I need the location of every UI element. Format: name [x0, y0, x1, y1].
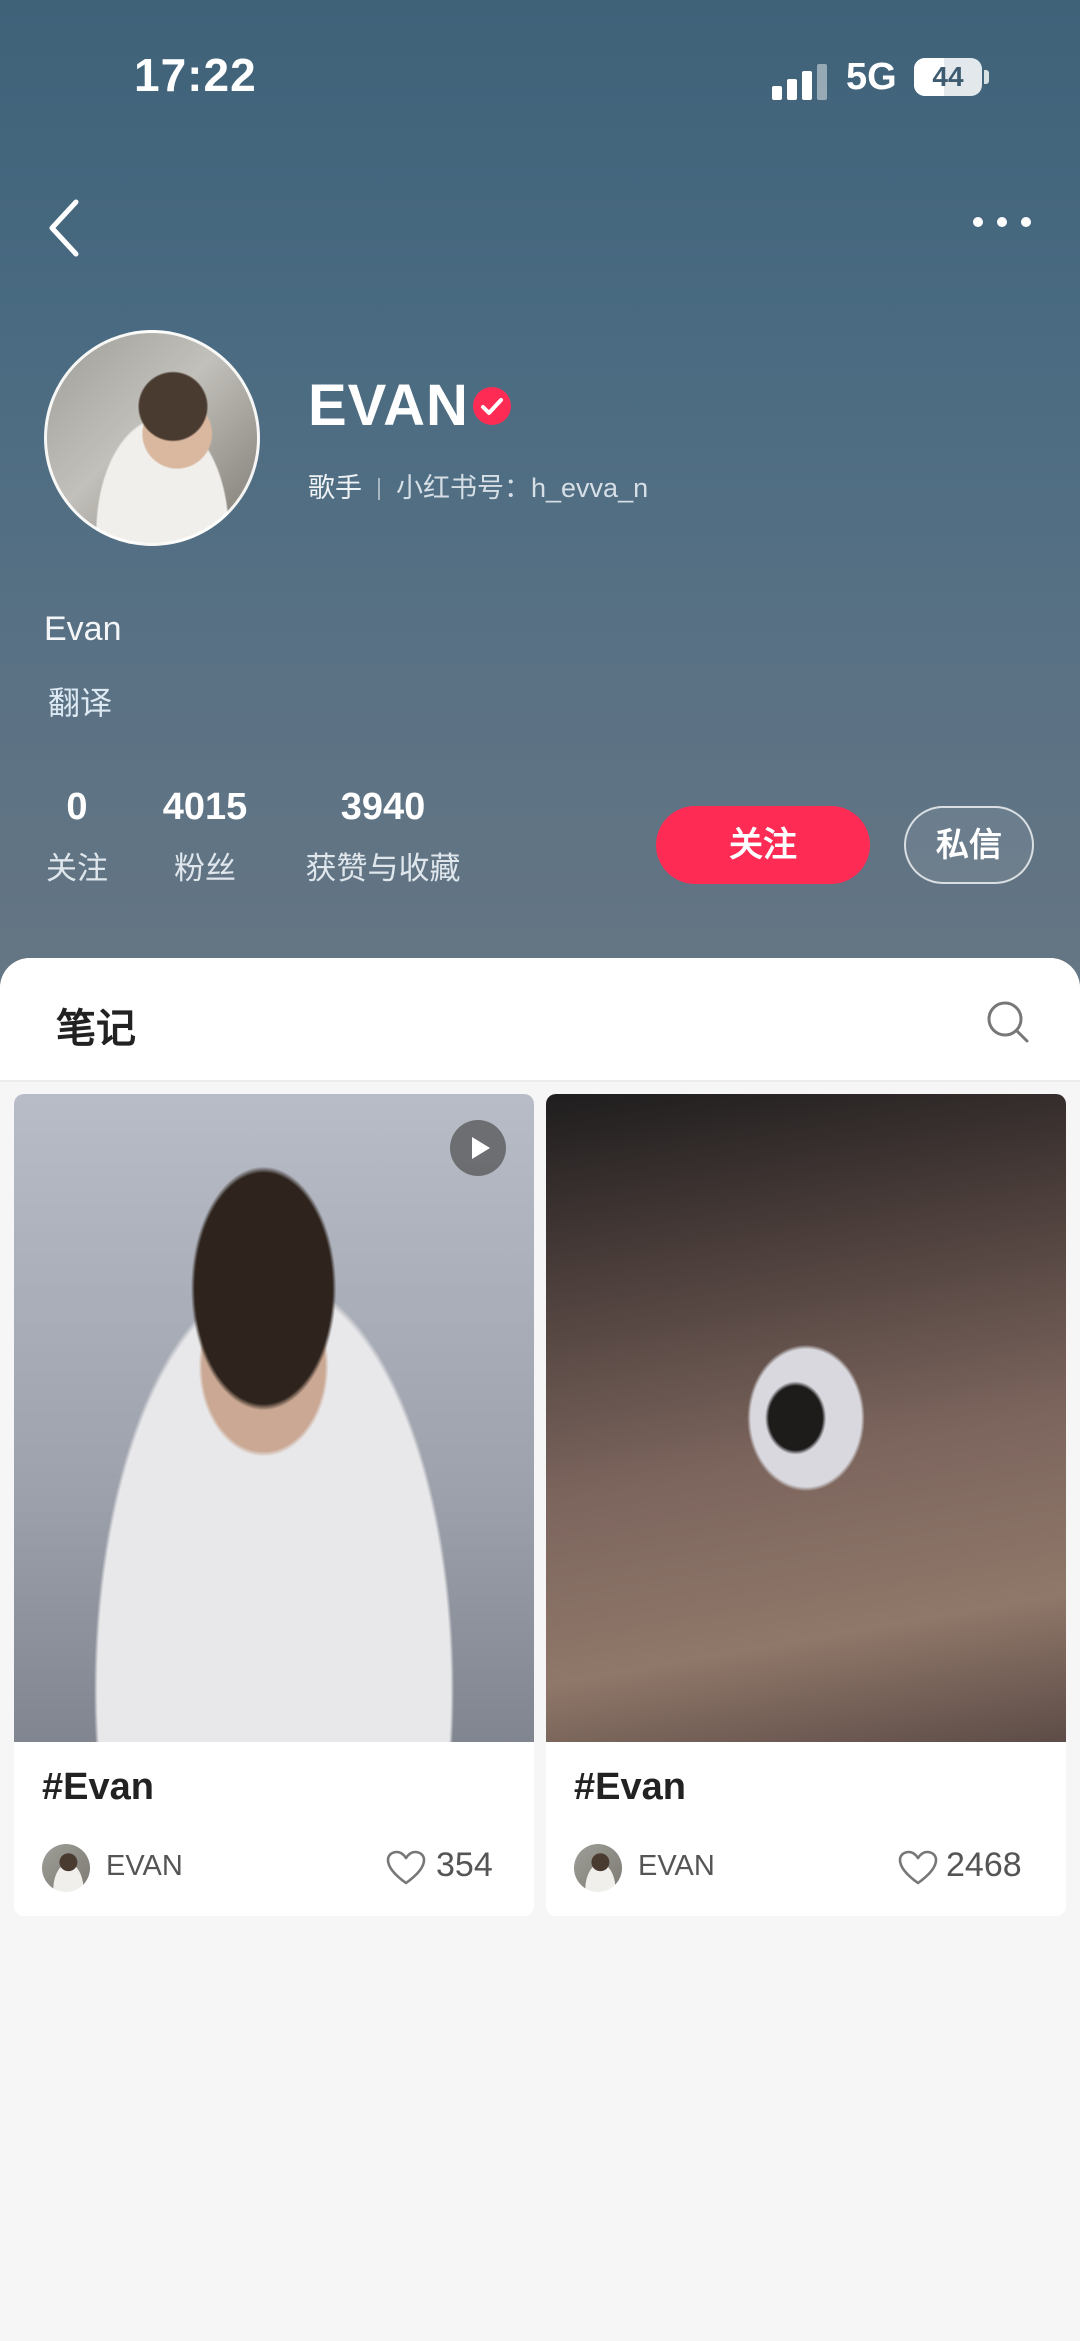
note-cover-image: [546, 1094, 1066, 1742]
note-card[interactable]: #Evan EVAN 354: [14, 1094, 534, 1916]
signal-icon: [772, 62, 830, 100]
verified-badge-icon: [473, 387, 511, 425]
note-title: #Evan: [574, 1766, 686, 1808]
more-button[interactable]: [966, 202, 1038, 242]
notes-tabbar: 笔记: [0, 958, 1080, 1082]
stat-label: 粉丝: [174, 851, 236, 886]
profile-meta: 歌手 小红书号：h_evva_n: [308, 466, 648, 505]
stat-following[interactable]: 0 关注: [44, 786, 110, 888]
battery-level: 44: [932, 61, 964, 92]
stat-label: 关注: [46, 851, 108, 886]
stat-value: 4015: [162, 786, 248, 828]
stat-value: 0: [66, 786, 88, 828]
tab-notes[interactable]: 笔记: [56, 996, 136, 1054]
battery-nub: [984, 70, 989, 84]
network-label: 5G: [846, 56, 897, 98]
like-count: 2468: [946, 1846, 1022, 1884]
follow-button[interactable]: 关注: [656, 806, 870, 884]
author-avatar[interactable]: [42, 1844, 90, 1892]
profile-red-id: 小红书号：h_evva_n: [396, 473, 649, 503]
notes-sheet: 笔记 #Evan EVAN 354 #Evan EVAN 2468: [0, 958, 1080, 2341]
note-card[interactable]: #Evan EVAN 2468: [546, 1094, 1066, 1916]
play-icon: [450, 1120, 506, 1176]
heart-icon[interactable]: [898, 1850, 938, 1886]
heart-icon[interactable]: [386, 1850, 426, 1886]
back-button[interactable]: [38, 190, 94, 266]
note-author: EVAN: [638, 1850, 715, 1882]
stat-likes-collects[interactable]: 3940 获赞与收藏: [300, 786, 466, 888]
like-count: 354: [436, 1846, 493, 1884]
stat-label: 获赞与收藏: [305, 851, 461, 886]
profile-page: 17:22 5G 44 EVAN 歌手 小红书号：h_evva_n Evan 翻…: [0, 0, 1080, 2341]
chevron-left-icon: [49, 199, 79, 257]
status-bar: 17:22 5G 44: [0, 0, 1080, 160]
author-avatar[interactable]: [574, 1844, 622, 1892]
stat-value: 3940: [340, 786, 426, 828]
profile-role: 歌手: [308, 473, 362, 503]
status-time: 17:22: [134, 49, 257, 101]
battery-icon: 44: [914, 58, 982, 96]
meta-divider: [378, 478, 380, 500]
message-button[interactable]: 私信: [904, 806, 1034, 884]
note-cover-image: [14, 1094, 534, 1742]
profile-avatar[interactable]: [44, 330, 260, 546]
profile-header: 17:22 5G 44 EVAN 歌手 小红书号：h_evva_n Evan 翻…: [0, 0, 1080, 1000]
profile-description: Evan: [44, 610, 122, 648]
profile-name: EVAN: [308, 373, 469, 438]
search-button[interactable]: [984, 998, 1032, 1046]
translate-link[interactable]: 翻译: [48, 678, 112, 724]
stat-followers[interactable]: 4015 粉丝: [152, 786, 258, 888]
more-dots-icon: [973, 217, 1031, 227]
search-icon: [987, 1001, 1029, 1043]
note-author: EVAN: [106, 1850, 183, 1882]
note-title: #Evan: [42, 1766, 154, 1808]
